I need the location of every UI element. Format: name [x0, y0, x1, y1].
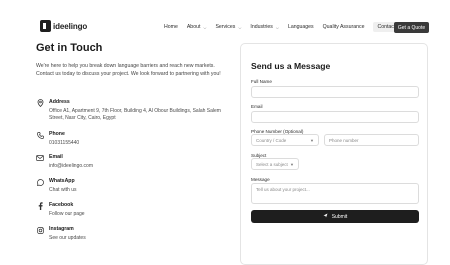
page-title: Get in Touch [36, 42, 103, 54]
facebook-icon [36, 202, 44, 210]
contact-item-label: Phone [49, 131, 65, 137]
send-icon [323, 213, 328, 220]
email-input[interactable] [251, 111, 419, 123]
nav-item-label: Home [164, 24, 178, 30]
nav-item-quality-assurance[interactable]: Quality Assurance [323, 24, 365, 30]
phone-number-input[interactable]: Phone number [324, 134, 419, 146]
full-name-label: Full Name [251, 79, 272, 84]
message-placeholder: Tell us about your project... [256, 187, 310, 192]
contact-item-text[interactable]: 01031155440 [49, 140, 229, 147]
country-code-select[interactable]: Country / Code ▼ [251, 134, 319, 146]
nav-item-services[interactable]: Services ⌵ [215, 24, 241, 30]
nav-item-label: Languages [287, 24, 314, 30]
message-label: Message [251, 177, 270, 182]
intro-text: We're here to help you break down langua… [36, 63, 221, 78]
contact-item-text: Office A1, Apartment 9, 7th Floor, Build… [49, 108, 221, 122]
submit-button[interactable]: Submit [251, 210, 419, 223]
contact-item-text: Chat with us [49, 187, 77, 193]
contact-item-label: WhatsApp [49, 178, 75, 184]
full-name-input[interactable] [251, 86, 419, 98]
instagram-icon [36, 226, 44, 234]
location-pin-icon [36, 99, 44, 107]
nav-item-about[interactable]: About ⌵ [187, 24, 207, 30]
nav-item-languages[interactable]: Languages [288, 24, 314, 30]
nav-item-label: Quality Assurance [322, 24, 365, 30]
contact-item-label: Email [49, 154, 63, 160]
nav-item-label: About [186, 24, 201, 30]
phone-icon [36, 131, 44, 139]
nav-item-label: Services [215, 24, 236, 30]
chevron-down-icon: ⌵ [275, 24, 279, 30]
nav-item-industries[interactable]: Industries ⌵ [250, 24, 279, 30]
chevron-down-icon: ⌵ [238, 24, 242, 30]
contact-item-label: Facebook [49, 202, 74, 208]
main-nav: Home About ⌵ Services ⌵ Industries ⌵ Lan… [164, 22, 403, 32]
submit-button-label: Submit [331, 213, 348, 220]
contact-item-text: See our updates [49, 235, 86, 241]
subject-placeholder: Select a subject [256, 161, 288, 167]
chevron-down-icon: ⌵ [203, 24, 207, 30]
nav-item-label: Industries [250, 24, 273, 30]
logo-text: ideelingo [53, 21, 88, 31]
contact-info-section: Get in Touch We're here to help you brea… [36, 42, 226, 77]
country-code-placeholder: Country / Code [256, 137, 287, 143]
contact-item-text[interactable]: info@ideelingo.com [49, 163, 229, 170]
site-header: ideelingo Home About ⌵ Services ⌵ Indust… [0, 0, 450, 36]
chevron-down-icon: ▼ [290, 161, 294, 167]
nav-item-home[interactable]: Home [164, 24, 178, 30]
chevron-down-icon: ▼ [310, 137, 314, 143]
nav-item-label: Contact [377, 24, 396, 30]
contact-item-text: Follow our page [49, 211, 85, 217]
logo[interactable]: ideelingo [40, 20, 87, 32]
mail-icon [36, 154, 44, 162]
form-title: Send us a Message [251, 61, 331, 71]
whatsapp-icon [36, 178, 44, 186]
logo-mark-icon [40, 20, 51, 32]
contact-item-label: Address [49, 99, 70, 105]
get-quote-button[interactable]: Get a Quote [394, 22, 429, 33]
subject-select[interactable]: Select a subject ▼ [251, 158, 299, 170]
email-label: Email [251, 104, 263, 109]
contact-item-label: Instagram [49, 226, 74, 232]
contact-form-card: Send us a Message Full Name Email Phone … [240, 43, 428, 265]
message-textarea[interactable]: Tell us about your project... [251, 183, 419, 204]
phone-placeholder: Phone number [329, 137, 359, 143]
